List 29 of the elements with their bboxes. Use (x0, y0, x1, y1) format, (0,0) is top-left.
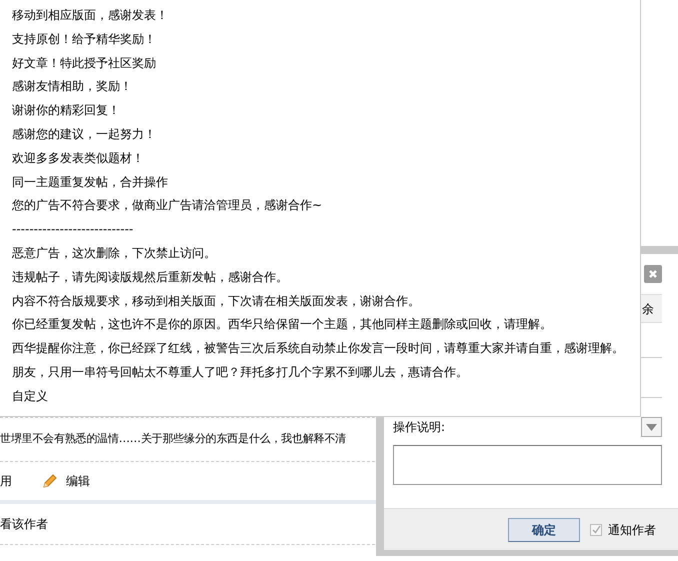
dropdown-option[interactable]: 支持原创！给予精华奖励！ (12, 28, 640, 52)
dropdown-option[interactable]: ---------------------------- (12, 218, 640, 242)
action-link[interactable]: 编辑 (42, 472, 90, 490)
field-label: 操作说明: (393, 419, 446, 436)
dropdown-option[interactable]: 恶意广告，这次删除，下次禁止访问。 (12, 242, 640, 266)
post-text: 世堺里不会有熟悉的温情……关于那些缘分的东西是什么，我也解释不清 (0, 431, 346, 448)
close-button[interactable] (644, 265, 662, 283)
dropdown-option[interactable]: 同一主题重复发帖，合并操作 (12, 170, 640, 194)
dropdown-option[interactable]: 朋友，只用一串符号回帖太不尊重人了吧？拜托多打几个字累不到哪儿去，惠请合作。 (12, 360, 640, 385)
dropdown-option[interactable]: 西华提醒你注意，你已经踩了红线，被警告三次后系统自动禁止你发言一段时间，请尊重大家并请自重，感谢理解。 (12, 337, 640, 361)
view-author-link[interactable]: 看该作者 (0, 515, 48, 533)
dropdown-option[interactable]: 欢迎多多发表类似题材！ (12, 146, 640, 171)
close-icon (648, 269, 658, 279)
dropdown-option[interactable]: 您的广告不符合要求，做商业广告请洽管理员，感谢合作~ (12, 194, 640, 218)
dropdown-button[interactable] (641, 417, 662, 437)
caret-icon (646, 424, 657, 430)
dropdown-option[interactable]: 违规帖子，请先阅读版规然后重新发帖，感谢合作。 (12, 266, 640, 290)
dropdown-option[interactable]: 谢谢你的精彩回复！ (12, 99, 640, 123)
checkbox-label: 通知作者 (608, 522, 656, 538)
description-field[interactable] (393, 445, 662, 485)
dropdown-option[interactable]: 感谢友情相助，奖励！ (12, 75, 640, 100)
notify-checkbox[interactable] (590, 524, 602, 536)
dropdown-option[interactable]: 移动到相应版面，感谢发表！ (12, 4, 640, 28)
pencil-icon (42, 473, 58, 489)
dropdown-option[interactable]: 好文章！特此授予社区奖励 (12, 52, 640, 76)
dropdown-option[interactable]: 感谢您的建议，一起努力！ (12, 122, 640, 147)
confirm-button[interactable]: 确定 (508, 518, 580, 542)
action-link[interactable]: 用 (0, 472, 12, 490)
dropdown-option[interactable]: 自定义 (12, 384, 640, 409)
